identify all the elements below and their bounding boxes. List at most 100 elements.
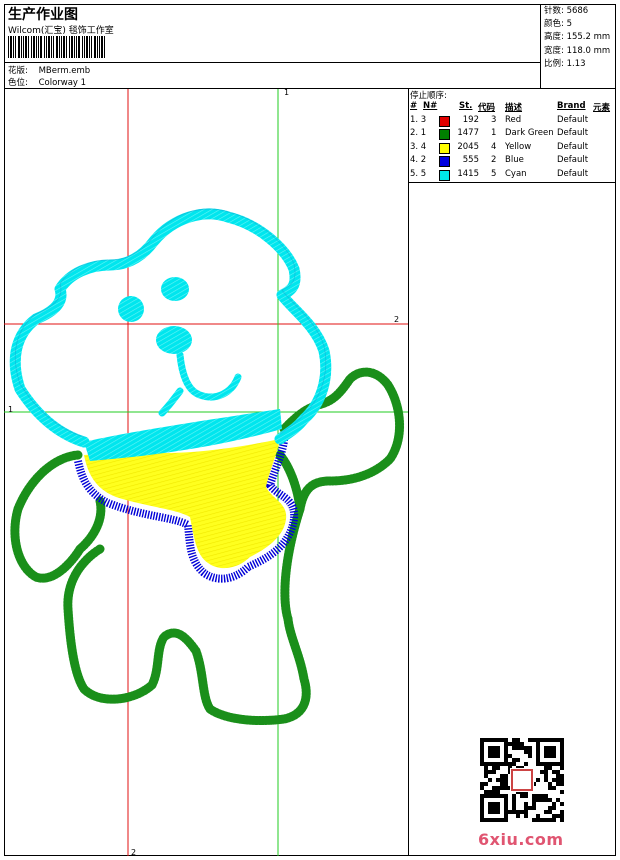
qr-module bbox=[496, 766, 500, 770]
barcode-bar bbox=[56, 36, 58, 58]
qr-module bbox=[512, 802, 516, 806]
legend-brand: Default bbox=[557, 155, 589, 166]
qr-module bbox=[520, 810, 524, 814]
barcode-bar bbox=[89, 36, 90, 58]
qr-module bbox=[488, 790, 492, 794]
qr-module bbox=[512, 742, 516, 746]
qr-module bbox=[548, 766, 552, 770]
qr-module bbox=[556, 782, 560, 786]
barcode-bar bbox=[66, 36, 67, 58]
qr-module bbox=[532, 738, 536, 742]
pattern-value: MBerm.emb bbox=[38, 66, 91, 76]
qr-module bbox=[532, 794, 536, 798]
qr-module bbox=[524, 762, 528, 766]
legend-color-swatch bbox=[439, 169, 450, 181]
qr-module bbox=[532, 806, 536, 810]
legend-header-element: 元素 bbox=[593, 103, 611, 113]
qr-module bbox=[544, 798, 548, 802]
legend-stitches: 192 bbox=[462, 115, 479, 125]
qr-module bbox=[492, 770, 496, 774]
qr-module bbox=[488, 802, 500, 814]
barcode-bar bbox=[69, 36, 70, 58]
legend-code: 3 bbox=[491, 115, 497, 125]
legend-row: 4. 2 555 2 Blue Default bbox=[409, 155, 616, 168]
qr-module bbox=[484, 782, 488, 786]
qr-module bbox=[548, 810, 552, 814]
qr-module bbox=[536, 778, 540, 782]
barcode-bar bbox=[40, 36, 42, 58]
barcode-bar bbox=[53, 36, 54, 58]
qr-module bbox=[552, 806, 556, 810]
qr-module bbox=[552, 778, 556, 782]
qr-module bbox=[510, 768, 534, 792]
qr-module bbox=[548, 782, 552, 786]
qr-module bbox=[508, 762, 512, 766]
legend-row: 1. 3 192 3 Red Default bbox=[409, 115, 616, 128]
legend-brand: Default bbox=[557, 141, 589, 152]
qr-module bbox=[480, 786, 484, 790]
qr-module bbox=[516, 742, 520, 746]
left-eye bbox=[118, 296, 144, 322]
barcode-bar bbox=[38, 36, 39, 58]
qr-module bbox=[544, 766, 548, 770]
legend-brand: Default bbox=[557, 115, 589, 125]
qr-module bbox=[516, 810, 520, 814]
qr-module bbox=[560, 782, 564, 786]
barcode-bar bbox=[8, 36, 9, 58]
qr-module bbox=[540, 818, 544, 822]
qr-module bbox=[548, 786, 552, 790]
legend-header-desc: 描述 bbox=[505, 103, 523, 113]
legend-brand: Default bbox=[557, 128, 589, 139]
qr-module bbox=[520, 742, 524, 746]
qr-module bbox=[484, 766, 488, 770]
qr-module bbox=[560, 810, 564, 814]
qr-module bbox=[536, 798, 540, 802]
qr-module bbox=[548, 798, 552, 802]
legend-order: 3. 4 bbox=[410, 141, 427, 152]
barcode-bar bbox=[48, 36, 50, 58]
qr-code-icon bbox=[480, 738, 564, 822]
legend-header-st: St. bbox=[459, 101, 473, 111]
qr-module bbox=[492, 766, 496, 770]
barcode-bar bbox=[25, 36, 27, 58]
qr-module bbox=[560, 766, 564, 770]
qr-module bbox=[508, 754, 512, 758]
barcode-bar bbox=[36, 36, 37, 58]
barcode-bar bbox=[33, 36, 35, 58]
qr-module bbox=[516, 814, 520, 818]
guide-label-red-right: 2 bbox=[394, 315, 400, 324]
qr-module bbox=[488, 778, 492, 782]
barcode-bar bbox=[99, 36, 100, 58]
qr-module bbox=[528, 738, 532, 742]
legend-header-brand: Brand bbox=[557, 101, 586, 111]
legend-color-swatch bbox=[439, 116, 450, 127]
legend-desc: Blue bbox=[505, 155, 524, 166]
colorway-value: Colorway 1 bbox=[38, 78, 87, 88]
qr-module bbox=[524, 802, 528, 806]
legend-desc: Yellow bbox=[505, 141, 532, 152]
qr-module bbox=[508, 810, 512, 814]
barcode-bar bbox=[46, 36, 47, 58]
qr-module bbox=[556, 814, 560, 818]
legend-bottom-divider bbox=[408, 182, 616, 183]
qr-module bbox=[556, 778, 560, 782]
qr-module bbox=[552, 814, 556, 818]
barcode-bar bbox=[71, 36, 73, 58]
qr-module bbox=[484, 774, 488, 778]
qr-module bbox=[556, 798, 560, 802]
qr-module bbox=[528, 754, 532, 758]
qr-module bbox=[520, 794, 524, 798]
qr-module bbox=[552, 786, 556, 790]
qr-module bbox=[488, 746, 500, 758]
qr-module bbox=[512, 762, 516, 766]
qr-module bbox=[560, 774, 564, 778]
qr-module bbox=[532, 798, 536, 802]
embroidery-design bbox=[4, 89, 408, 856]
qr-module bbox=[528, 806, 532, 810]
qr-module bbox=[524, 794, 528, 798]
qr-module bbox=[500, 782, 504, 786]
qr-module bbox=[488, 770, 492, 774]
qr-module bbox=[560, 778, 564, 782]
qr-module bbox=[548, 806, 552, 810]
qr-module bbox=[524, 750, 528, 754]
